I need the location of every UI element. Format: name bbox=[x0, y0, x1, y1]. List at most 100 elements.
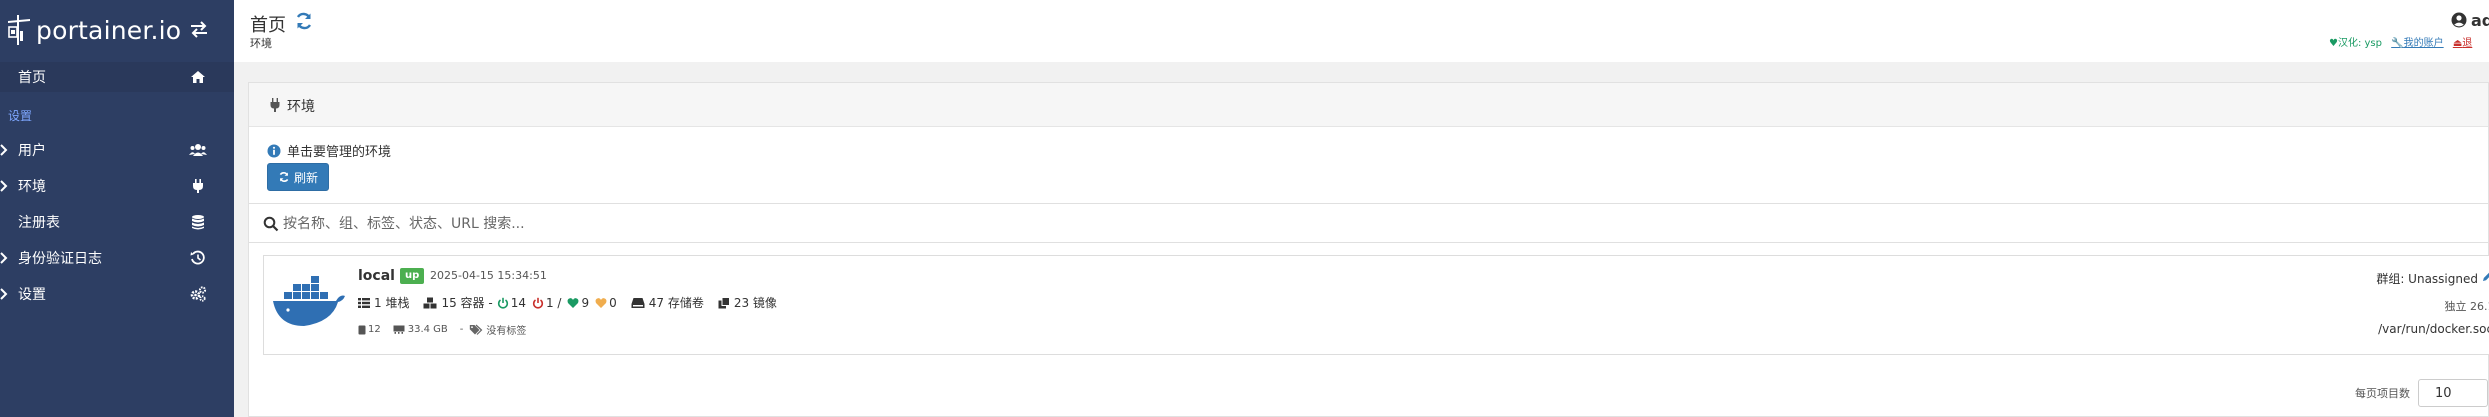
sidebar-item-registries[interactable]: 注册表 bbox=[0, 207, 234, 237]
items-per-page-value: 10 bbox=[2435, 385, 2452, 401]
refresh-icon[interactable] bbox=[294, 11, 314, 31]
sidebar-item-label: 首页 bbox=[18, 70, 46, 86]
unhealthy-stat: 0 bbox=[595, 296, 617, 310]
tags-icon bbox=[470, 324, 483, 335]
page-header: 首页 环境 ad ♥汉化: ysp 🔧我的账户 ⏏退 bbox=[234, 0, 2489, 62]
user-links: ♥汉化: ysp 🔧我的账户 ⏏退 bbox=[2329, 34, 2472, 49]
stacks-stat: 1 堆栈 bbox=[358, 294, 409, 311]
heartbeat-icon bbox=[568, 297, 579, 308]
stopped-count: 1 / bbox=[545, 295, 562, 310]
info-circle-icon bbox=[267, 144, 281, 157]
my-account-link[interactable]: 🔧我的账户 bbox=[2391, 38, 2443, 49]
environment-resources: 12 33.4 GB - 没有标签 bbox=[358, 322, 538, 337]
breadcrumb: 环境 bbox=[250, 37, 272, 50]
sidebar-item-label: 环境 bbox=[18, 179, 46, 195]
search-bar bbox=[249, 203, 2488, 243]
volumes-count: 47 存储卷 bbox=[648, 296, 704, 310]
sidebar-item-label: 身份验证日志 bbox=[18, 251, 102, 267]
hdd-icon bbox=[631, 297, 645, 308]
logout-label: 退 bbox=[2462, 38, 2473, 49]
memory-stat: 33.4 GB bbox=[393, 324, 454, 335]
search-icon bbox=[263, 216, 279, 232]
images-count: 23 镜像 bbox=[733, 296, 777, 310]
search-input[interactable] bbox=[283, 210, 1183, 238]
chevron-right-icon bbox=[0, 180, 8, 192]
database-icon bbox=[192, 215, 204, 230]
sidebar-item-auth-logs[interactable]: 身份验证日志 bbox=[0, 243, 234, 273]
healthy-stat: 9 bbox=[567, 296, 589, 310]
power-off-icon bbox=[532, 297, 544, 309]
status-badge: up bbox=[400, 268, 425, 284]
users-icon bbox=[189, 144, 207, 156]
cpu-stat: 12 bbox=[358, 324, 387, 335]
containers-stat: 15 容器 - bbox=[423, 294, 493, 311]
sidebar-item-home[interactable]: 首页 bbox=[0, 62, 234, 92]
engine-version: 独立 26.1. bbox=[2444, 300, 2489, 313]
cubes-icon bbox=[423, 297, 437, 308]
sidebar-item-environments[interactable]: 环境 bbox=[0, 171, 234, 201]
tags-label: 没有标签 bbox=[486, 326, 527, 337]
stacks-count: 1 堆栈 bbox=[374, 296, 410, 310]
switch-icon[interactable] bbox=[188, 18, 210, 40]
plug-icon bbox=[270, 98, 280, 112]
environment-card[interactable]: local up 2025-04-15 15:34:51 1 堆栈 15 容器 … bbox=[263, 255, 2489, 355]
running-stat: 14 bbox=[497, 296, 526, 310]
cogs-icon bbox=[190, 286, 207, 302]
sidebar-item-label: 注册表 bbox=[18, 215, 60, 231]
unhealthy-count: 0 bbox=[609, 295, 617, 310]
environment-stats: 1 堆栈 15 容器 - 14 1 / 9 0 47 存储卷 23 镜像 bbox=[358, 294, 791, 311]
sidebar: portainer.io 首页 设置 用户 环境 注册表 身份验证日志 设置 bbox=[0, 0, 234, 417]
chevron-right-icon bbox=[0, 288, 8, 300]
items-per-page-label: 每页项目数 bbox=[2355, 387, 2410, 400]
sidebar-item-settings[interactable]: 设置 bbox=[0, 279, 234, 309]
user-name: ad bbox=[2471, 11, 2489, 30]
clone-icon bbox=[718, 296, 730, 308]
my-account-label: 我的账户 bbox=[2403, 38, 2444, 49]
portainer-crane-icon bbox=[8, 15, 30, 45]
cpu-icon bbox=[358, 325, 366, 334]
page-title: 首页 bbox=[250, 15, 286, 36]
user-menu: ad ♥汉化: ysp 🔧我的账户 ⏏退 bbox=[2329, 11, 2489, 52]
stopped-stat: 1 / bbox=[532, 295, 562, 310]
volumes-stat: 47 存储卷 bbox=[631, 294, 704, 311]
list-icon bbox=[358, 297, 370, 308]
chevron-right-icon bbox=[0, 252, 8, 264]
refresh-button-label: 刷新 bbox=[293, 170, 318, 185]
user-circle-icon bbox=[2451, 12, 2467, 28]
separator: - bbox=[459, 324, 464, 335]
power-on-icon bbox=[497, 297, 508, 309]
chevron-right-icon bbox=[0, 144, 8, 156]
pagination: 每页项目数 10 bbox=[2355, 379, 2488, 407]
docker-logo-icon bbox=[273, 276, 345, 326]
environments-panel: 环境 单击要管理的环境 刷新 按名称、组、标签、状态、URL 搜索... loc… bbox=[248, 82, 2489, 417]
sidebar-item-users[interactable]: 用户 bbox=[0, 135, 234, 165]
refresh-icon bbox=[279, 172, 289, 182]
healthy-count: 9 bbox=[581, 295, 590, 310]
running-count: 14 bbox=[510, 295, 526, 310]
edit-icon[interactable] bbox=[2482, 270, 2489, 282]
sidebar-item-label: 设置 bbox=[18, 287, 46, 303]
localized-by-link[interactable]: ♥汉化: ysp bbox=[2329, 38, 2382, 49]
portainer-logo[interactable]: portainer.io bbox=[6, 8, 196, 52]
history-icon bbox=[190, 250, 205, 265]
environment-name[interactable]: local bbox=[358, 268, 395, 284]
tags-stat: 没有标签 bbox=[469, 322, 532, 337]
panel-title: 环境 bbox=[287, 99, 315, 115]
heart-warning-icon bbox=[595, 297, 607, 308]
memory-size: 33.4 GB bbox=[407, 324, 448, 335]
images-stat: 23 镜像 bbox=[718, 294, 777, 311]
containers-count: 15 容器 - bbox=[441, 296, 493, 310]
hint-label: 单击要管理的环境 bbox=[287, 145, 392, 160]
sidebar-section-settings: 设置 bbox=[8, 109, 33, 123]
refresh-button[interactable]: 刷新 bbox=[267, 163, 329, 191]
environment-timestamp: 2025-04-15 15:34:51 bbox=[430, 269, 547, 282]
memory-icon bbox=[393, 325, 405, 334]
group-label: 群组: Unassigned bbox=[2376, 272, 2478, 286]
sidebar-item-label: 用户 bbox=[18, 143, 46, 159]
plug-icon bbox=[193, 179, 203, 193]
environment-url: /var/run/docker.sock bbox=[2378, 322, 2489, 336]
hint-text: 单击要管理的环境 bbox=[267, 141, 391, 160]
logout-link[interactable]: ⏏退 bbox=[2453, 38, 2472, 49]
home-icon bbox=[191, 71, 205, 83]
items-per-page-select[interactable]: 10 bbox=[2418, 379, 2488, 407]
